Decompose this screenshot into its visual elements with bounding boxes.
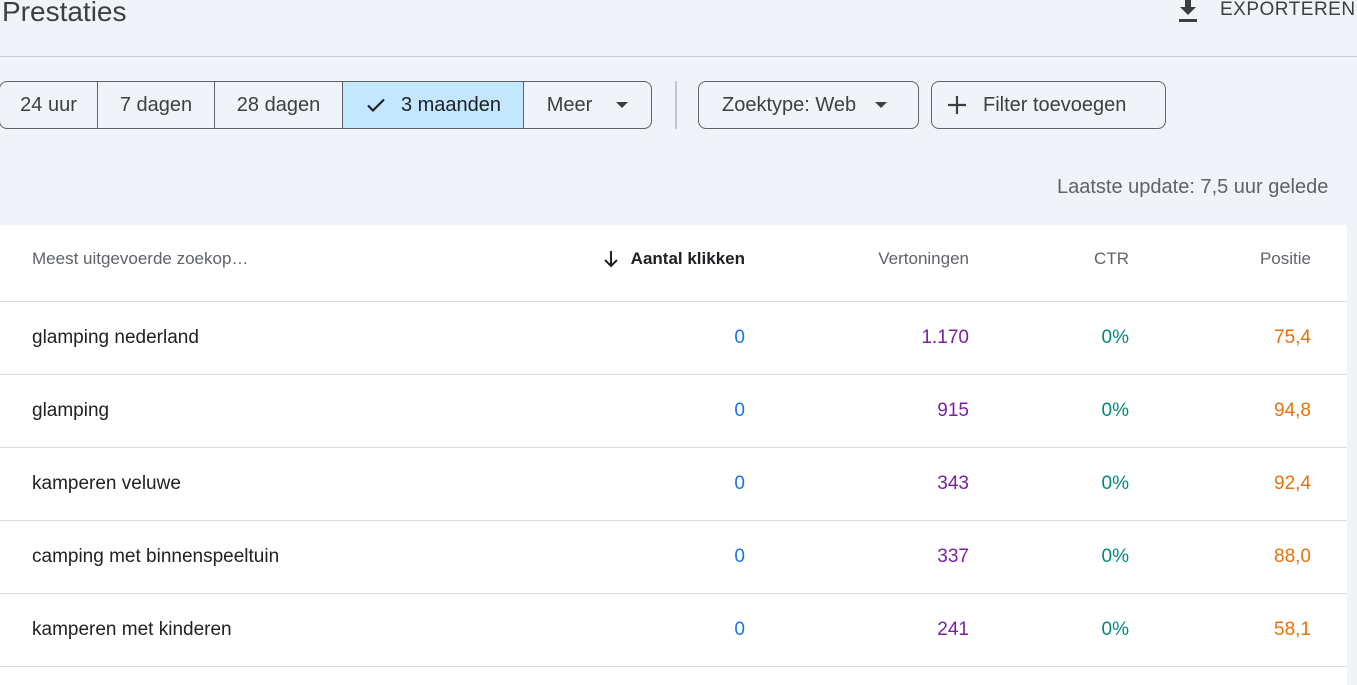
range-24-hours[interactable]: 24 uur (0, 82, 98, 128)
last-update-text: Laatste update: 7,5 uur gelede (1057, 176, 1329, 198)
column-header-ctr[interactable]: CTR (1094, 225, 1129, 292)
cell-clicks: 0 (734, 546, 745, 567)
cell-impressions: 337 (937, 546, 969, 567)
cell-impressions: 241 (937, 619, 969, 640)
range-3-months[interactable]: 3 maanden (343, 82, 524, 128)
table-row[interactable]: kamperen veluwe 0 343 0% 92,4 (0, 448, 1347, 521)
check-icon (365, 94, 387, 116)
cell-clicks: 0 (734, 473, 745, 494)
cell-ctr: 0% (1101, 400, 1129, 421)
table-header: Meest uitgevoerde zoekop… Aantal klikken… (0, 225, 1347, 302)
table-row[interactable]: glamping 0 915 0% 94,8 (0, 375, 1347, 448)
cell-impressions: 343 (937, 473, 969, 494)
cell-position: 94,8 (1274, 400, 1311, 421)
add-filter-button[interactable]: Filter toevoegen (931, 81, 1166, 129)
cell-query: kamperen veluwe (32, 473, 181, 494)
cell-query: glamping nederland (32, 327, 199, 348)
date-range-selector: 24 uur 7 dagen 28 dagen 3 maanden Meer (0, 81, 652, 129)
cell-impressions: 915 (937, 400, 969, 421)
range-28-days[interactable]: 28 dagen (215, 82, 343, 128)
cell-position: 92,4 (1274, 473, 1311, 494)
export-button[interactable]: EXPORTEREN (1176, 0, 1356, 30)
range-more-dropdown[interactable]: Meer (524, 82, 651, 128)
chevron-down-icon (875, 101, 888, 109)
add-filter-label: Filter toevoegen (983, 93, 1127, 116)
export-label: EXPORTEREN (1220, 0, 1356, 20)
chevron-down-icon (616, 101, 629, 109)
range-more-label: Meer (546, 93, 593, 116)
cell-query: kamperen met kinderen (32, 619, 232, 640)
column-header-impressions[interactable]: Vertoningen (878, 225, 969, 292)
range-7-days[interactable]: 7 dagen (98, 82, 215, 128)
cell-impressions: 1.170 (921, 327, 969, 348)
download-icon (1176, 0, 1200, 23)
page-title: Prestaties (2, 0, 127, 27)
table-row[interactable]: camping met binnenspeeltuin 0 337 0% 88,… (0, 521, 1347, 594)
filter-divider (675, 81, 677, 129)
cell-ctr: 0% (1101, 327, 1129, 348)
table-row[interactable]: glamping nederland 0 1.170 0% 75,4 (0, 302, 1347, 375)
search-type-dropdown[interactable]: Zoektype: Web (698, 81, 919, 129)
cell-position: 75,4 (1274, 327, 1311, 348)
cell-position: 58,1 (1274, 619, 1311, 640)
cell-position: 88,0 (1274, 546, 1311, 567)
queries-table: Meest uitgevoerde zoekop… Aantal klikken… (0, 225, 1347, 685)
range-3-months-label: 3 maanden (400, 93, 502, 116)
column-header-clicks[interactable]: Aantal klikken (603, 225, 745, 292)
column-header-clicks-label: Aantal klikken (630, 248, 745, 268)
search-type-label: Zoektype: Web (722, 93, 857, 116)
plus-icon (946, 94, 968, 116)
cell-query: camping met binnenspeeltuin (32, 546, 280, 567)
arrow-down-icon (603, 250, 619, 268)
column-header-query[interactable]: Meest uitgevoerde zoekop… (32, 225, 248, 292)
cell-clicks: 0 (734, 400, 745, 421)
column-header-position[interactable]: Positie (1260, 225, 1311, 292)
page-header: Prestaties EXPORTEREN (0, 0, 1357, 57)
cell-ctr: 0% (1101, 473, 1129, 494)
cell-clicks: 0 (734, 327, 745, 348)
table-row[interactable]: kamperen met kinderen 0 241 0% 58,1 (0, 594, 1347, 667)
cell-ctr: 0% (1101, 546, 1129, 567)
cell-clicks: 0 (734, 619, 745, 640)
cell-ctr: 0% (1101, 619, 1129, 640)
cell-query: glamping (32, 400, 110, 421)
